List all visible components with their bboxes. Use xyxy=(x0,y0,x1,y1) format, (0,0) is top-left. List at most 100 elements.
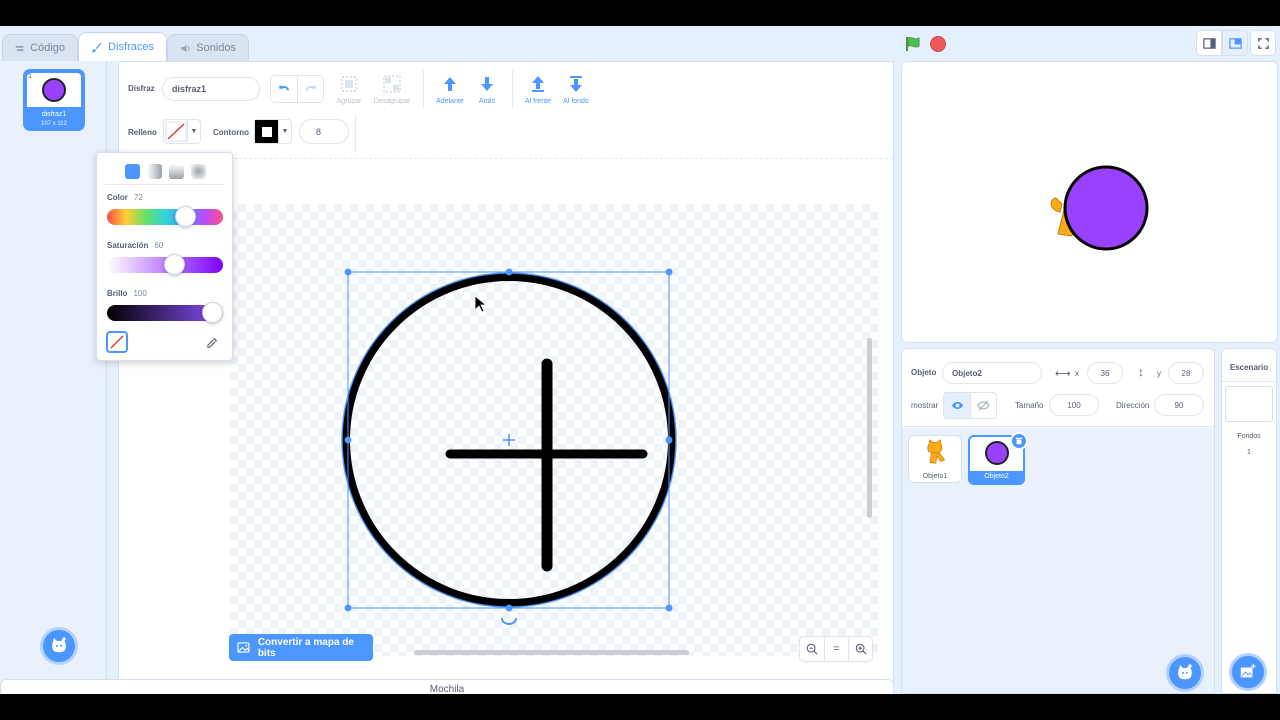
costume-item[interactable]: 1 disfraz1 107 x 112 xyxy=(23,69,85,131)
saturation-slider-knob[interactable] xyxy=(164,254,185,275)
add-backdrop-icon xyxy=(1240,663,1256,678)
show-visible-button[interactable] xyxy=(944,393,970,418)
sprite-name-input[interactable]: Objeto2 xyxy=(942,362,1042,384)
send-back-icon xyxy=(570,76,582,92)
group-label: Agrupar xyxy=(336,98,362,105)
outline-swatch-button[interactable]: ▼ xyxy=(254,119,292,144)
sprite-thumbnail xyxy=(985,441,1009,465)
sprite-item[interactable]: Objeto1 xyxy=(908,435,962,483)
toolbar-divider xyxy=(423,70,424,108)
saturation-slider[interactable] xyxy=(107,254,223,275)
show-hidden-button[interactable] xyxy=(970,393,996,418)
outline-width-input[interactable]: 8 xyxy=(299,119,349,144)
backpack-label: Mochila xyxy=(429,683,465,695)
convert-to-bitmap-label: Convertir a mapa de bits xyxy=(257,636,354,659)
undo-button[interactable] xyxy=(271,76,297,102)
delete-sprite-button[interactable] xyxy=(1010,432,1028,450)
fill-label: Relleno xyxy=(128,128,157,137)
choose-sprite-button[interactable] xyxy=(1166,654,1204,692)
tab-code[interactable]: Código xyxy=(2,34,78,61)
eyedropper-button[interactable] xyxy=(201,331,223,353)
color-label: Color 72 xyxy=(107,193,143,202)
forward-label: Adelante xyxy=(436,98,464,105)
choose-backdrop-button[interactable] xyxy=(1229,653,1267,691)
paint-editor: Disfraz disfraz1 Agrupar Desagrupar Adel… xyxy=(118,61,894,694)
forward-icon xyxy=(444,77,456,91)
sprite-item-selected[interactable]: Objeto2 xyxy=(968,432,1028,485)
backpack-bar[interactable]: Mochila xyxy=(0,679,894,694)
front-button[interactable]: Al frente xyxy=(521,75,555,105)
image-icon xyxy=(237,642,250,653)
group-button[interactable]: Agrupar xyxy=(331,75,367,105)
y-label: y xyxy=(1157,369,1161,378)
normal-stage-button[interactable] xyxy=(1222,30,1248,56)
vertical-scrollbar[interactable] xyxy=(867,338,872,518)
direction-input[interactable]: 90 xyxy=(1154,394,1204,416)
sprite-info-panel: Objeto Objeto2 ⟷ x 36 ↕ y 28 mostrar Tam… xyxy=(901,348,1215,694)
cat-add-icon xyxy=(1178,664,1192,680)
tab-costumes-label: Disfraces xyxy=(108,41,154,53)
fullscreen-button[interactable] xyxy=(1250,30,1276,56)
small-stage-button[interactable] xyxy=(1196,30,1222,56)
color-slider-knob[interactable] xyxy=(175,206,196,227)
radial-gradient-button[interactable] xyxy=(191,164,206,179)
scenario-divider xyxy=(1222,381,1276,382)
fill-color-popup: Color 72 Saturación 60 Brillo 100 xyxy=(96,152,233,361)
horizontal-scrollbar[interactable] xyxy=(414,650,689,655)
horizontal-gradient-button[interactable] xyxy=(147,164,162,179)
outline-color-swatch xyxy=(255,120,279,143)
backward-button[interactable]: Atrás xyxy=(472,75,502,105)
no-color-swatch[interactable] xyxy=(106,331,128,353)
stage-canvas[interactable] xyxy=(901,61,1278,343)
fullscreen-icon xyxy=(1257,37,1269,49)
forward-button[interactable]: Adelante xyxy=(432,75,468,105)
costume-thumbnail xyxy=(27,73,81,107)
speaker-icon xyxy=(181,44,190,52)
redo-button[interactable] xyxy=(297,76,323,102)
green-flag-icon[interactable] xyxy=(904,35,922,53)
zoom-in-button[interactable] xyxy=(848,637,872,661)
tab-sounds[interactable]: Sonidos xyxy=(167,34,249,61)
popup-divider xyxy=(105,184,224,185)
vertical-gradient-button[interactable] xyxy=(169,164,184,179)
y-position-input[interactable]: 28 xyxy=(1168,362,1204,384)
redo-icon xyxy=(305,85,317,91)
solid-fill-button[interactable] xyxy=(125,164,140,179)
zoom-controls: = xyxy=(799,636,873,662)
tab-costumes[interactable]: Disfraces xyxy=(78,32,167,61)
stop-icon[interactable] xyxy=(930,36,946,52)
direction-label: Dirección xyxy=(1116,401,1150,410)
ungroup-button[interactable]: Desagrupar xyxy=(370,75,414,105)
cat-add-icon xyxy=(52,637,66,653)
stage-selector[interactable]: Escenario Fondos 1 xyxy=(1221,348,1277,694)
back-label: Al fondo xyxy=(563,98,589,105)
x-arrow-icon: ⟷ xyxy=(1055,368,1071,380)
eye-icon xyxy=(951,402,963,409)
size-input[interactable]: 100 xyxy=(1049,394,1099,416)
drawing-canvas[interactable] xyxy=(230,204,878,656)
back-button[interactable]: Al fondo xyxy=(559,75,593,105)
outline-label: Contorno xyxy=(213,128,249,137)
brightness-slider-knob[interactable] xyxy=(202,302,223,323)
bring-front-icon xyxy=(532,76,544,92)
convert-to-bitmap-button[interactable]: Convertir a mapa de bits xyxy=(229,634,373,661)
zoom-out-button[interactable] xyxy=(800,637,824,661)
scenario-title: Escenario xyxy=(1229,363,1269,372)
costume-name-input[interactable]: disfraz1 xyxy=(162,77,260,101)
color-value: 72 xyxy=(133,193,143,202)
zoom-reset-button[interactable]: = xyxy=(824,637,848,661)
x-position-input[interactable]: 36 xyxy=(1087,362,1123,384)
fill-swatch-button[interactable]: ▼ xyxy=(163,119,201,144)
show-toggle xyxy=(943,392,997,419)
group-icon xyxy=(341,76,357,92)
brightness-slider[interactable] xyxy=(107,302,223,323)
color-slider[interactable] xyxy=(107,206,223,227)
costume-name: disfraz1 xyxy=(41,111,67,118)
normal-stage-icon xyxy=(1228,37,1242,49)
choose-costume-button[interactable] xyxy=(40,627,78,665)
ungroup-icon xyxy=(383,75,401,93)
no-fill-swatch xyxy=(164,120,188,143)
toolbar-divider xyxy=(512,70,513,108)
eyedropper-icon xyxy=(206,337,217,348)
cat-thumbnail xyxy=(927,439,946,464)
